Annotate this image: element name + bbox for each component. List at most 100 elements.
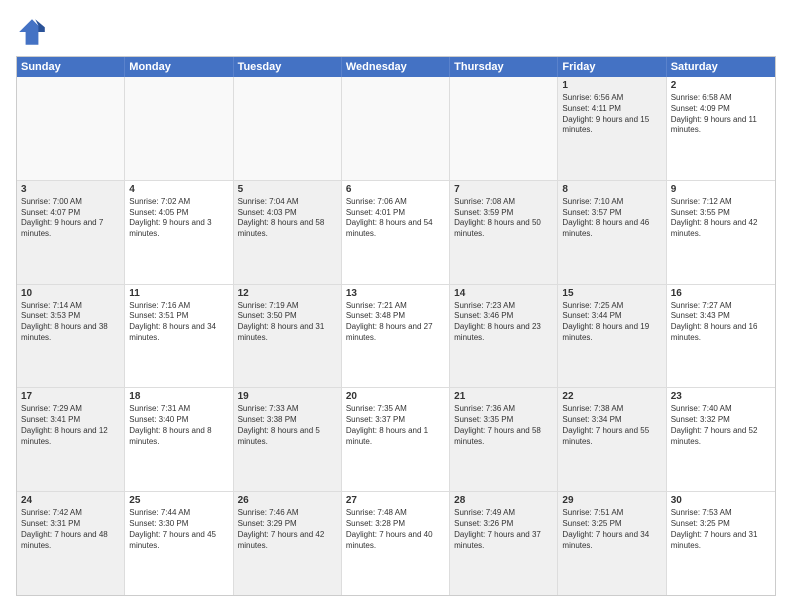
day-cell-3: 3 Sunrise: 7:00 AM Sunset: 4:07 PM Daylig… (17, 181, 125, 284)
day-cell-1: 1Sunrise: 6:56 AM Sunset: 4:11 PM Daylig… (558, 77, 666, 180)
day-number: 18 (129, 391, 228, 402)
day-cell-25: 25 Sunrise: 7:44 AM Sunset: 3:30 PM Dayli… (125, 492, 233, 595)
day-cell-29: 29 Sunrise: 7:51 AM Sunset: 3:25 PM Dayli… (558, 492, 666, 595)
day-number: 19 (238, 391, 337, 402)
header-day-friday: Friday (558, 57, 666, 77)
day-cell-27: 27 Sunrise: 7:48 AM Sunset: 3:28 PM Dayli… (342, 492, 450, 595)
day-info: Sunrise: 6:58 AM Sunset: 4:09 PM Dayligh… (671, 93, 771, 136)
day-number: 5 (238, 184, 337, 195)
day-cell-22: 22Sunrise: 7:38 AM Sunset: 3:34 PM Dayli… (558, 388, 666, 491)
day-cell-13: 13Sunrise: 7:21 AM Sunset: 3:48 PM Dayli… (342, 285, 450, 388)
day-cell-16: 16 Sunrise: 7:27 AM Sunset: 3:43 PM Dayli… (667, 285, 775, 388)
day-number: 22 (562, 391, 661, 402)
day-info: Sunrise: 7:51 AM Sunset: 3:25 PM Dayligh… (562, 508, 661, 551)
day-cell-14: 14 Sunrise: 7:23 AM Sunset: 3:46 PM Dayli… (450, 285, 558, 388)
logo (16, 16, 52, 48)
day-info: Sunrise: 7:33 AM Sunset: 3:38 PM Dayligh… (238, 404, 337, 447)
calendar-row-3: 17 Sunrise: 7:29 AM Sunset: 3:41 PM Dayli… (17, 388, 775, 492)
day-cell-19: 19 Sunrise: 7:33 AM Sunset: 3:38 PM Dayli… (234, 388, 342, 491)
day-cell-26: 26Sunrise: 7:46 AM Sunset: 3:29 PM Dayli… (234, 492, 342, 595)
day-number: 9 (671, 184, 771, 195)
day-info: Sunrise: 7:42 AM Sunset: 3:31 PM Dayligh… (21, 508, 120, 551)
day-number: 23 (671, 391, 771, 402)
day-cell-4: 4Sunrise: 7:02 AM Sunset: 4:05 PM Daylig… (125, 181, 233, 284)
day-info: Sunrise: 7:12 AM Sunset: 3:55 PM Dayligh… (671, 197, 771, 240)
calendar-header: SundayMondayTuesdayWednesdayThursdayFrid… (17, 57, 775, 77)
day-number: 6 (346, 184, 445, 195)
day-info: Sunrise: 7:44 AM Sunset: 3:30 PM Dayligh… (129, 508, 228, 551)
day-cell-12: 12 Sunrise: 7:19 AM Sunset: 3:50 PM Dayli… (234, 285, 342, 388)
day-info: Sunrise: 7:16 AM Sunset: 3:51 PM Dayligh… (129, 301, 228, 344)
day-number: 4 (129, 184, 228, 195)
day-cell-11: 11 Sunrise: 7:16 AM Sunset: 3:51 PM Dayli… (125, 285, 233, 388)
empty-cell-0-2 (234, 77, 342, 180)
day-number: 2 (671, 80, 771, 91)
day-info: Sunrise: 7:23 AM Sunset: 3:46 PM Dayligh… (454, 301, 553, 344)
day-info: Sunrise: 7:40 AM Sunset: 3:32 PM Dayligh… (671, 404, 771, 447)
day-cell-2: 2 Sunrise: 6:58 AM Sunset: 4:09 PM Daylig… (667, 77, 775, 180)
day-cell-5: 5Sunrise: 7:04 AM Sunset: 4:03 PM Daylig… (234, 181, 342, 284)
empty-cell-0-1 (125, 77, 233, 180)
header-day-saturday: Saturday (667, 57, 775, 77)
day-info: Sunrise: 7:49 AM Sunset: 3:26 PM Dayligh… (454, 508, 553, 551)
day-info: Sunrise: 7:31 AM Sunset: 3:40 PM Dayligh… (129, 404, 228, 447)
day-number: 13 (346, 288, 445, 299)
header-day-sunday: Sunday (17, 57, 125, 77)
calendar: SundayMondayTuesdayWednesdayThursdayFrid… (16, 56, 776, 596)
day-number: 25 (129, 495, 228, 506)
day-number: 1 (562, 80, 661, 91)
header (16, 16, 776, 48)
day-info: Sunrise: 7:46 AM Sunset: 3:29 PM Dayligh… (238, 508, 337, 551)
day-cell-8: 8Sunrise: 7:10 AM Sunset: 3:57 PM Daylig… (558, 181, 666, 284)
day-number: 3 (21, 184, 120, 195)
day-number: 28 (454, 495, 553, 506)
header-day-wednesday: Wednesday (342, 57, 450, 77)
day-cell-24: 24 Sunrise: 7:42 AM Sunset: 3:31 PM Dayli… (17, 492, 125, 595)
day-cell-9: 9 Sunrise: 7:12 AM Sunset: 3:55 PM Daylig… (667, 181, 775, 284)
day-info: Sunrise: 7:25 AM Sunset: 3:44 PM Dayligh… (562, 301, 661, 344)
day-cell-23: 23 Sunrise: 7:40 AM Sunset: 3:32 PM Dayli… (667, 388, 775, 491)
day-info: Sunrise: 7:19 AM Sunset: 3:50 PM Dayligh… (238, 301, 337, 344)
day-number: 30 (671, 495, 771, 506)
day-number: 15 (562, 288, 661, 299)
calendar-body: 1Sunrise: 6:56 AM Sunset: 4:11 PM Daylig… (17, 77, 775, 595)
day-info: Sunrise: 7:00 AM Sunset: 4:07 PM Dayligh… (21, 197, 120, 240)
calendar-row-1: 3 Sunrise: 7:00 AM Sunset: 4:07 PM Daylig… (17, 181, 775, 285)
day-cell-30: 30 Sunrise: 7:53 AM Sunset: 3:25 PM Dayli… (667, 492, 775, 595)
header-day-monday: Monday (125, 57, 233, 77)
day-info: Sunrise: 7:48 AM Sunset: 3:28 PM Dayligh… (346, 508, 445, 551)
day-cell-28: 28 Sunrise: 7:49 AM Sunset: 3:26 PM Dayli… (450, 492, 558, 595)
day-info: Sunrise: 7:06 AM Sunset: 4:01 PM Dayligh… (346, 197, 445, 240)
day-info: Sunrise: 7:53 AM Sunset: 3:25 PM Dayligh… (671, 508, 771, 551)
day-number: 17 (21, 391, 120, 402)
day-number: 20 (346, 391, 445, 402)
day-cell-18: 18 Sunrise: 7:31 AM Sunset: 3:40 PM Dayli… (125, 388, 233, 491)
day-number: 29 (562, 495, 661, 506)
day-number: 14 (454, 288, 553, 299)
empty-cell-0-0 (17, 77, 125, 180)
calendar-row-4: 24 Sunrise: 7:42 AM Sunset: 3:31 PM Dayli… (17, 492, 775, 595)
day-info: Sunrise: 7:10 AM Sunset: 3:57 PM Dayligh… (562, 197, 661, 240)
day-number: 21 (454, 391, 553, 402)
day-info: Sunrise: 7:36 AM Sunset: 3:35 PM Dayligh… (454, 404, 553, 447)
empty-cell-0-3 (342, 77, 450, 180)
day-info: Sunrise: 7:08 AM Sunset: 3:59 PM Dayligh… (454, 197, 553, 240)
day-number: 16 (671, 288, 771, 299)
day-number: 24 (21, 495, 120, 506)
day-cell-10: 10Sunrise: 7:14 AM Sunset: 3:53 PM Dayli… (17, 285, 125, 388)
day-info: Sunrise: 7:27 AM Sunset: 3:43 PM Dayligh… (671, 301, 771, 344)
day-cell-17: 17 Sunrise: 7:29 AM Sunset: 3:41 PM Dayli… (17, 388, 125, 491)
header-day-thursday: Thursday (450, 57, 558, 77)
day-number: 27 (346, 495, 445, 506)
day-cell-15: 15 Sunrise: 7:25 AM Sunset: 3:44 PM Dayli… (558, 285, 666, 388)
day-number: 12 (238, 288, 337, 299)
day-number: 11 (129, 288, 228, 299)
header-day-tuesday: Tuesday (234, 57, 342, 77)
page: SundayMondayTuesdayWednesdayThursdayFrid… (0, 0, 792, 612)
day-cell-7: 7 Sunrise: 7:08 AM Sunset: 3:59 PM Daylig… (450, 181, 558, 284)
logo-icon (16, 16, 48, 48)
day-info: Sunrise: 7:14 AM Sunset: 3:53 PM Dayligh… (21, 301, 120, 344)
day-cell-6: 6 Sunrise: 7:06 AM Sunset: 4:01 PM Daylig… (342, 181, 450, 284)
day-number: 7 (454, 184, 553, 195)
day-info: Sunrise: 7:29 AM Sunset: 3:41 PM Dayligh… (21, 404, 120, 447)
